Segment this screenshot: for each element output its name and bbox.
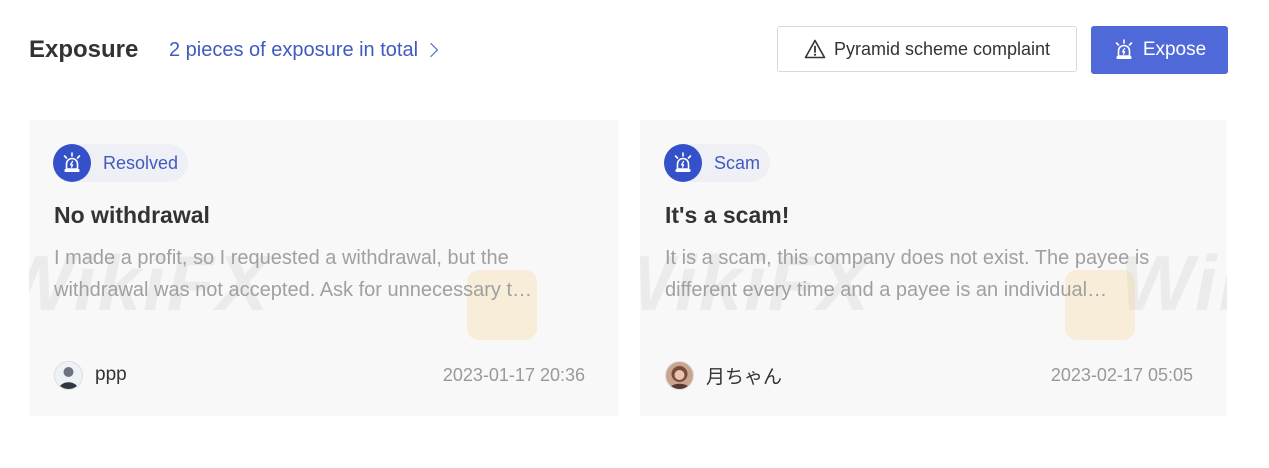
- section-title: Exposure: [29, 36, 139, 63]
- status-label: Resolved: [79, 144, 189, 182]
- chevron-right-icon: [423, 42, 439, 58]
- post-date: 2023-01-17 20:36: [442, 364, 585, 385]
- avatar: [665, 360, 694, 390]
- alarm-siren-icon: [53, 144, 91, 182]
- post-date: 2023-02-17 05:05: [1050, 364, 1193, 385]
- status-label: Scam: [690, 144, 771, 182]
- alarm-siren-icon: [1115, 39, 1133, 59]
- username: ppp: [95, 364, 127, 385]
- pyramid-complaint-button[interactable]: Pyramid scheme complaint: [777, 26, 1077, 72]
- total-exposure-label: 2 pieces of exposure in total: [169, 39, 419, 61]
- pyramid-complaint-label: Pyramid scheme complaint: [833, 38, 1051, 59]
- expose-button[interactable]: Expose: [1091, 26, 1228, 74]
- exposure-card[interactable]: WikiFX Resolved No withdrawal I made a p…: [29, 120, 619, 416]
- card-description: I made a profit, so I requested a withdr…: [54, 247, 533, 301]
- alarm-siren-icon: [664, 144, 702, 182]
- expose-label: Expose: [1142, 39, 1207, 60]
- exposure-card[interactable]: WikiFX WikiFX Scam It's a scam! It is a …: [640, 120, 1227, 416]
- card-title: It's a scam!: [665, 202, 790, 228]
- user-avatar-photo: [666, 361, 693, 389]
- card-description: It is a scam, this company does not exis…: [665, 247, 1150, 301]
- card-footer: 月ちゃん 2023-02-17 05:05: [665, 360, 1193, 390]
- avatar: [54, 360, 83, 390]
- status-badge: Scam: [664, 143, 771, 183]
- status-badge: Resolved: [53, 143, 189, 183]
- exposure-header: Exposure 2 pieces of exposure in total P…: [29, 26, 1228, 74]
- total-exposure-link[interactable]: 2 pieces of exposure in total: [169, 38, 439, 62]
- card-footer: ppp 2023-01-17 20:36: [54, 360, 585, 390]
- warning-triangle-icon: [804, 39, 826, 59]
- username: 月ちゃん: [706, 366, 783, 388]
- card-title: No withdrawal: [54, 202, 210, 228]
- user-avatar-icon: [55, 361, 82, 389]
